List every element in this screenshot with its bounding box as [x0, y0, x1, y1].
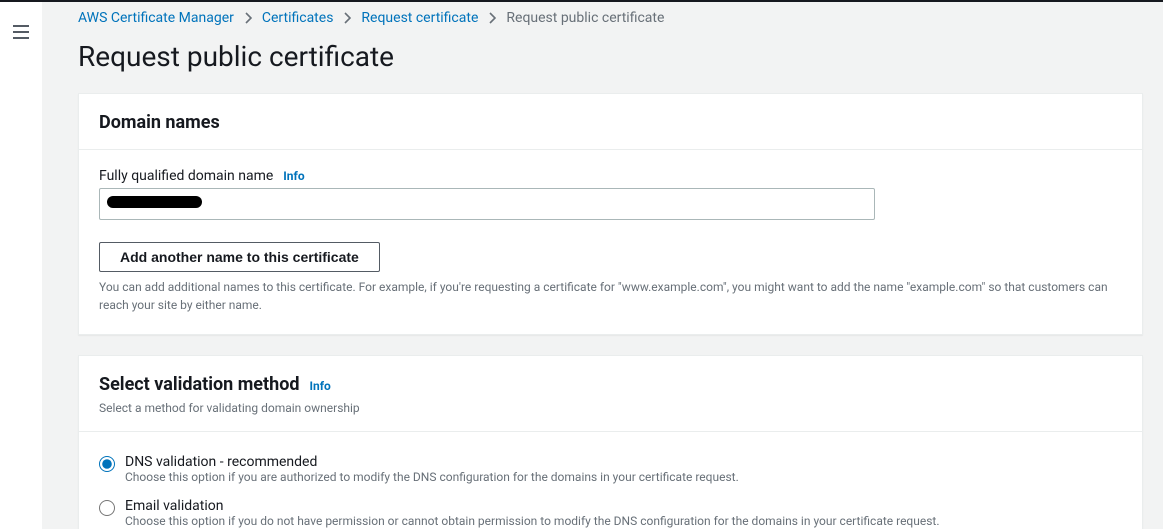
- menu-toggle-icon[interactable]: [13, 24, 29, 529]
- breadcrumb: AWS Certificate Manager Certificates Req…: [78, 2, 1163, 26]
- crumb-current: Request public certificate: [506, 10, 664, 26]
- validation-info-link[interactable]: Info: [310, 379, 331, 393]
- radio-dns-validation[interactable]: DNS validation - recommended Choose this…: [99, 454, 1122, 484]
- validation-subtitle: Select a method for validating domain ow…: [99, 401, 360, 415]
- domain-names-panel: Domain names Fully qualified domain name…: [78, 93, 1143, 335]
- validation-panel: Select validation method Info Select a m…: [78, 355, 1143, 529]
- chevron-right-icon: [244, 12, 252, 24]
- radio-email-validation[interactable]: Email validation Choose this option if y…: [99, 498, 1122, 528]
- add-name-button[interactable]: Add another name to this certificate: [99, 242, 380, 272]
- crumb-request-cert[interactable]: Request certificate: [361, 10, 478, 26]
- chevron-right-icon: [343, 12, 351, 24]
- fqdn-info-link[interactable]: Info: [283, 169, 304, 183]
- add-name-helper: You can add additional names to this cer…: [99, 278, 1122, 314]
- chevron-right-icon: [488, 12, 496, 24]
- radio-email-desc: Choose this option if you do not have pe…: [125, 514, 940, 528]
- crumb-acm[interactable]: AWS Certificate Manager: [78, 10, 234, 26]
- page-title: Request public certificate: [78, 40, 1163, 73]
- fqdn-label: Fully qualified domain name: [99, 168, 273, 184]
- radio-email-title: Email validation: [125, 498, 940, 514]
- fqdn-input[interactable]: [99, 188, 875, 220]
- radio-dns-desc: Choose this option if you are authorized…: [125, 470, 739, 484]
- crumb-certificates[interactable]: Certificates: [262, 10, 334, 26]
- radio-dns-input[interactable]: [99, 456, 115, 472]
- validation-panel-title: Select validation method: [99, 374, 300, 395]
- domain-panel-title: Domain names: [99, 112, 220, 133]
- radio-email-input[interactable]: [99, 500, 115, 516]
- radio-dns-title: DNS validation - recommended: [125, 454, 739, 470]
